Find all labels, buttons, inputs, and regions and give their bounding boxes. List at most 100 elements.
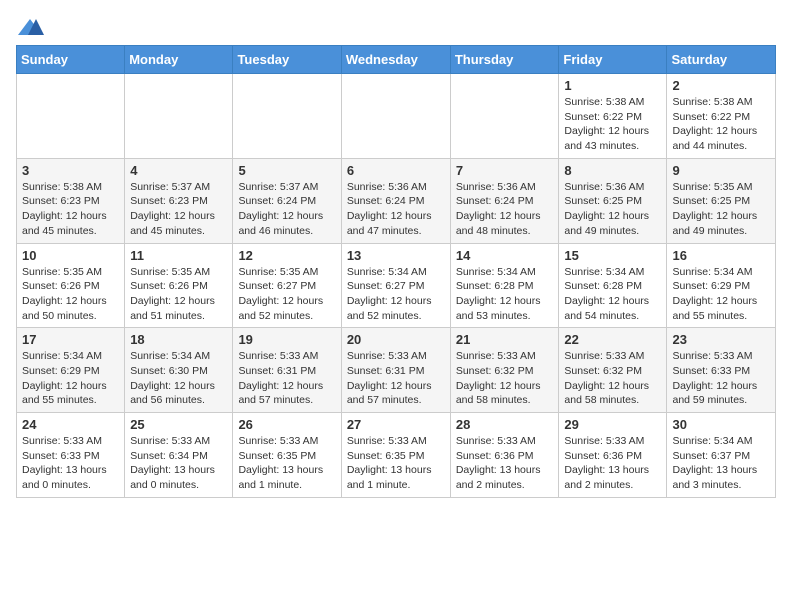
weekday-header-sunday: Sunday — [17, 46, 125, 74]
day-info: Sunrise: 5:33 AM Sunset: 6:32 PM Dayligh… — [564, 349, 661, 408]
logo-icon — [16, 17, 44, 37]
day-info: Sunrise: 5:35 AM Sunset: 6:26 PM Dayligh… — [130, 265, 227, 324]
weekday-header-monday: Monday — [125, 46, 233, 74]
day-info: Sunrise: 5:37 AM Sunset: 6:24 PM Dayligh… — [238, 180, 335, 239]
day-cell: 13 Sunrise: 5:34 AM Sunset: 6:27 PM Dayli… — [341, 243, 450, 328]
day-info: Sunrise: 5:37 AM Sunset: 6:23 PM Dayligh… — [130, 180, 227, 239]
day-number: 12 — [238, 248, 335, 263]
day-cell: 8 Sunrise: 5:36 AM Sunset: 6:25 PM Daylig… — [559, 158, 667, 243]
day-cell: 6 Sunrise: 5:36 AM Sunset: 6:24 PM Daylig… — [341, 158, 450, 243]
day-info: Sunrise: 5:35 AM Sunset: 6:25 PM Dayligh… — [672, 180, 770, 239]
day-number: 5 — [238, 163, 335, 178]
day-cell: 15 Sunrise: 5:34 AM Sunset: 6:28 PM Dayli… — [559, 243, 667, 328]
week-row-3: 10 Sunrise: 5:35 AM Sunset: 6:26 PM Dayli… — [17, 243, 776, 328]
day-number: 19 — [238, 332, 335, 347]
weekday-header-row: SundayMondayTuesdayWednesdayThursdayFrid… — [17, 46, 776, 74]
day-info: Sunrise: 5:34 AM Sunset: 6:37 PM Dayligh… — [672, 434, 770, 493]
calendar-table: SundayMondayTuesdayWednesdayThursdayFrid… — [16, 45, 776, 498]
day-number: 18 — [130, 332, 227, 347]
day-number: 3 — [22, 163, 119, 178]
day-cell: 5 Sunrise: 5:37 AM Sunset: 6:24 PM Daylig… — [233, 158, 341, 243]
day-cell: 30 Sunrise: 5:34 AM Sunset: 6:37 PM Dayli… — [667, 413, 776, 498]
day-number: 7 — [456, 163, 554, 178]
day-info: Sunrise: 5:35 AM Sunset: 6:26 PM Dayligh… — [22, 265, 119, 324]
day-cell: 26 Sunrise: 5:33 AM Sunset: 6:35 PM Dayli… — [233, 413, 341, 498]
day-cell: 14 Sunrise: 5:34 AM Sunset: 6:28 PM Dayli… — [450, 243, 559, 328]
day-info: Sunrise: 5:36 AM Sunset: 6:25 PM Dayligh… — [564, 180, 661, 239]
day-info: Sunrise: 5:33 AM Sunset: 6:36 PM Dayligh… — [456, 434, 554, 493]
day-cell: 19 Sunrise: 5:33 AM Sunset: 6:31 PM Dayli… — [233, 328, 341, 413]
weekday-header-thursday: Thursday — [450, 46, 559, 74]
day-info: Sunrise: 5:33 AM Sunset: 6:35 PM Dayligh… — [238, 434, 335, 493]
day-number: 30 — [672, 417, 770, 432]
day-info: Sunrise: 5:33 AM Sunset: 6:31 PM Dayligh… — [238, 349, 335, 408]
day-cell: 16 Sunrise: 5:34 AM Sunset: 6:29 PM Dayli… — [667, 243, 776, 328]
day-number: 23 — [672, 332, 770, 347]
day-cell: 11 Sunrise: 5:35 AM Sunset: 6:26 PM Dayli… — [125, 243, 233, 328]
day-cell: 12 Sunrise: 5:35 AM Sunset: 6:27 PM Dayli… — [233, 243, 341, 328]
day-info: Sunrise: 5:38 AM Sunset: 6:23 PM Dayligh… — [22, 180, 119, 239]
week-row-1: 1 Sunrise: 5:38 AM Sunset: 6:22 PM Daylig… — [17, 74, 776, 159]
weekday-header-wednesday: Wednesday — [341, 46, 450, 74]
day-info: Sunrise: 5:34 AM Sunset: 6:29 PM Dayligh… — [672, 265, 770, 324]
day-cell: 4 Sunrise: 5:37 AM Sunset: 6:23 PM Daylig… — [125, 158, 233, 243]
day-cell — [233, 74, 341, 159]
day-number: 29 — [564, 417, 661, 432]
day-info: Sunrise: 5:36 AM Sunset: 6:24 PM Dayligh… — [456, 180, 554, 239]
day-info: Sunrise: 5:36 AM Sunset: 6:24 PM Dayligh… — [347, 180, 445, 239]
day-info: Sunrise: 5:33 AM Sunset: 6:32 PM Dayligh… — [456, 349, 554, 408]
day-number: 8 — [564, 163, 661, 178]
day-cell — [17, 74, 125, 159]
day-info: Sunrise: 5:33 AM Sunset: 6:33 PM Dayligh… — [22, 434, 119, 493]
weekday-header-saturday: Saturday — [667, 46, 776, 74]
day-number: 20 — [347, 332, 445, 347]
day-cell: 3 Sunrise: 5:38 AM Sunset: 6:23 PM Daylig… — [17, 158, 125, 243]
day-info: Sunrise: 5:33 AM Sunset: 6:36 PM Dayligh… — [564, 434, 661, 493]
day-info: Sunrise: 5:34 AM Sunset: 6:27 PM Dayligh… — [347, 265, 445, 324]
day-info: Sunrise: 5:35 AM Sunset: 6:27 PM Dayligh… — [238, 265, 335, 324]
day-number: 21 — [456, 332, 554, 347]
day-number: 6 — [347, 163, 445, 178]
day-number: 16 — [672, 248, 770, 263]
day-info: Sunrise: 5:33 AM Sunset: 6:35 PM Dayligh… — [347, 434, 445, 493]
day-number: 26 — [238, 417, 335, 432]
day-info: Sunrise: 5:34 AM Sunset: 6:28 PM Dayligh… — [564, 265, 661, 324]
day-info: Sunrise: 5:33 AM Sunset: 6:33 PM Dayligh… — [672, 349, 770, 408]
day-info: Sunrise: 5:34 AM Sunset: 6:28 PM Dayligh… — [456, 265, 554, 324]
day-info: Sunrise: 5:38 AM Sunset: 6:22 PM Dayligh… — [672, 95, 770, 154]
day-number: 9 — [672, 163, 770, 178]
day-cell — [125, 74, 233, 159]
weekday-header-tuesday: Tuesday — [233, 46, 341, 74]
day-cell: 2Sunrise: 5:38 AM Sunset: 6:22 PM Daylig… — [667, 74, 776, 159]
day-info: Sunrise: 5:33 AM Sunset: 6:31 PM Dayligh… — [347, 349, 445, 408]
header — [16, 16, 776, 37]
day-number: 13 — [347, 248, 445, 263]
day-cell: 9 Sunrise: 5:35 AM Sunset: 6:25 PM Daylig… — [667, 158, 776, 243]
day-cell: 24 Sunrise: 5:33 AM Sunset: 6:33 PM Dayli… — [17, 413, 125, 498]
day-number: 17 — [22, 332, 119, 347]
day-number: 15 — [564, 248, 661, 263]
day-cell: 28 Sunrise: 5:33 AM Sunset: 6:36 PM Dayli… — [450, 413, 559, 498]
day-number: 11 — [130, 248, 227, 263]
logo — [16, 16, 48, 37]
week-row-5: 24 Sunrise: 5:33 AM Sunset: 6:33 PM Dayli… — [17, 413, 776, 498]
day-number: 28 — [456, 417, 554, 432]
day-number: 14 — [456, 248, 554, 263]
day-info: Sunrise: 5:38 AM Sunset: 6:22 PM Dayligh… — [564, 95, 661, 154]
day-cell — [450, 74, 559, 159]
day-number: 4 — [130, 163, 227, 178]
week-row-4: 17Sunrise: 5:34 AM Sunset: 6:29 PM Dayli… — [17, 328, 776, 413]
day-cell: 17Sunrise: 5:34 AM Sunset: 6:29 PM Dayli… — [17, 328, 125, 413]
day-number: 1 — [564, 78, 661, 93]
weekday-header-friday: Friday — [559, 46, 667, 74]
day-cell: 23 Sunrise: 5:33 AM Sunset: 6:33 PM Dayli… — [667, 328, 776, 413]
day-number: 27 — [347, 417, 445, 432]
day-number: 22 — [564, 332, 661, 347]
day-cell: 25Sunrise: 5:33 AM Sunset: 6:34 PM Dayli… — [125, 413, 233, 498]
day-number: 10 — [22, 248, 119, 263]
day-cell — [341, 74, 450, 159]
day-cell: 20 Sunrise: 5:33 AM Sunset: 6:31 PM Dayli… — [341, 328, 450, 413]
day-cell: 1 Sunrise: 5:38 AM Sunset: 6:22 PM Daylig… — [559, 74, 667, 159]
day-number: 24 — [22, 417, 119, 432]
day-cell: 21 Sunrise: 5:33 AM Sunset: 6:32 PM Dayli… — [450, 328, 559, 413]
